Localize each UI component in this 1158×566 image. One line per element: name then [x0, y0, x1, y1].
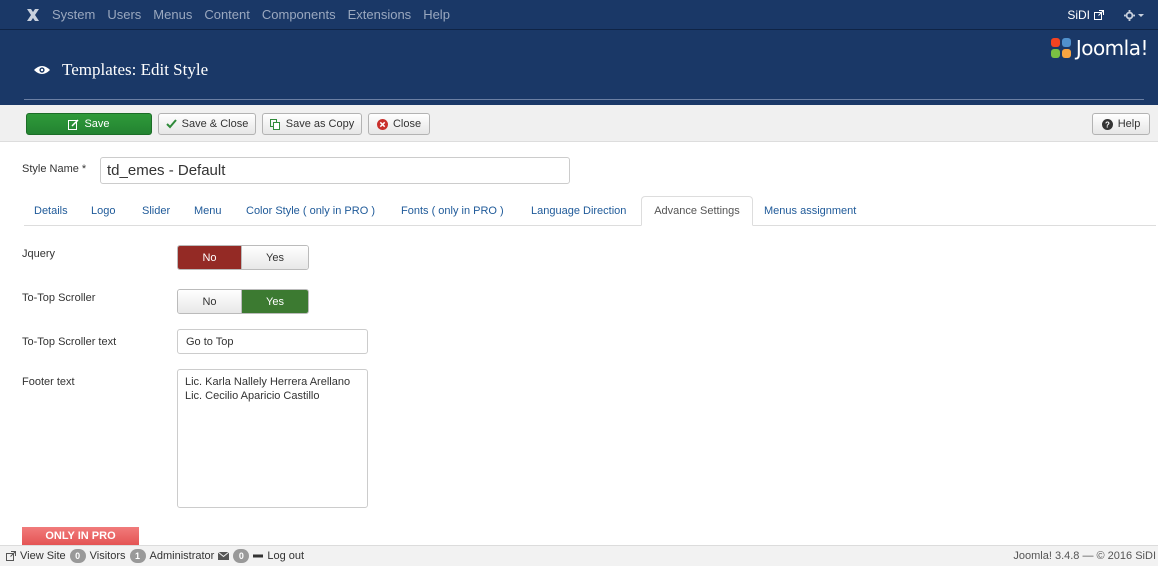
settings-dropdown[interactable]: [1124, 9, 1144, 21]
toolbar: Save Save & Close Save as Copy Close ? H…: [0, 105, 1158, 142]
chevron-down-icon: [1138, 13, 1144, 17]
help-button-label: Help: [1117, 118, 1141, 130]
tab-details[interactable]: Details: [34, 196, 68, 226]
header-divider: [24, 99, 1144, 100]
only-in-pro-badge: ONLY IN PRO: [22, 527, 139, 545]
eye-icon: [34, 66, 50, 74]
close-circle-icon: [376, 118, 388, 130]
messages-link[interactable]: 0: [218, 549, 250, 563]
save-close-label: Save & Close: [181, 118, 249, 130]
tab-slider[interactable]: Slider: [142, 196, 170, 226]
totop-scroller-label: To-Top Scroller: [22, 292, 96, 304]
gear-icon: [1124, 9, 1135, 21]
svg-text:?: ?: [1105, 120, 1110, 129]
checkmark-icon: [165, 119, 177, 129]
version-info: Joomla! 3.4.8 — © 2016 SiDI: [1013, 550, 1156, 562]
status-bar: View Site 0 Visitors 1 Administrator 0 L…: [0, 545, 1158, 566]
footer-text-area[interactable]: Lic. Karla Nallely Herrera Arellano Lic.…: [177, 369, 368, 508]
save-button-label: Save: [84, 118, 110, 130]
jquery-toggle: No Yes: [177, 245, 309, 270]
totop-scroller-toggle: No Yes: [177, 289, 309, 314]
tab-menus-assignment[interactable]: Menus assignment: [764, 196, 856, 226]
tab-bar: Details Logo Slider Menu Color Style ( o…: [24, 196, 1156, 226]
help-button[interactable]: ? Help: [1092, 113, 1150, 135]
joomla-brand-icon: [1050, 38, 1071, 58]
tab-menu[interactable]: Menu: [194, 196, 222, 226]
joomla-logo-icon[interactable]: [18, 0, 48, 30]
totop-text-label: To-Top Scroller text: [22, 336, 117, 348]
footer-text-label: Footer text: [22, 376, 75, 388]
admin-menu: System Users Menus Content Components Ex…: [52, 7, 462, 22]
menu-extensions[interactable]: Extensions: [348, 7, 412, 22]
jquery-label: Jquery: [22, 248, 56, 260]
close-button-label: Close: [392, 118, 422, 130]
admin-navbar: System Users Menus Content Components Ex…: [0, 0, 1158, 30]
site-link[interactable]: SiDI: [1067, 8, 1104, 22]
external-link-icon: [6, 551, 16, 561]
save-copy-button[interactable]: Save as Copy: [262, 113, 362, 135]
menu-users[interactable]: Users: [107, 7, 141, 22]
page-header: Templates: Edit Style Joomla!: [0, 30, 1158, 105]
totop-yes-option[interactable]: Yes: [242, 290, 308, 313]
menu-system[interactable]: System: [52, 7, 95, 22]
close-button[interactable]: Close: [368, 113, 430, 135]
totop-text-input[interactable]: Go to Top: [177, 329, 368, 354]
save-copy-label: Save as Copy: [285, 118, 355, 130]
external-link-icon: [1094, 10, 1104, 20]
menu-content[interactable]: Content: [204, 7, 250, 22]
visitors-count-badge: 0: [69, 549, 86, 563]
menu-menus[interactable]: Menus: [153, 7, 192, 22]
visitors-status: 0 Visitors: [69, 549, 126, 563]
admin-label: Administrator: [149, 550, 215, 562]
view-site-link[interactable]: View Site: [6, 550, 66, 562]
envelope-icon: [218, 552, 230, 560]
minus-icon: [253, 554, 264, 558]
joomla-brand-text: Joomla!: [1075, 36, 1149, 60]
joomla-brand: Joomla!: [1050, 36, 1149, 60]
page-title: Templates: Edit Style: [34, 60, 208, 80]
messages-count-badge: 0: [233, 549, 250, 563]
site-name: SiDI: [1067, 8, 1090, 22]
view-site-label: View Site: [20, 550, 66, 562]
menu-help[interactable]: Help: [423, 7, 450, 22]
tab-language-direction[interactable]: Language Direction: [531, 196, 626, 226]
jquery-no-option[interactable]: No: [178, 246, 242, 269]
save-button[interactable]: Save: [26, 113, 152, 135]
edit-icon: [68, 118, 79, 130]
logout-label: Log out: [267, 550, 305, 562]
copy-icon: [269, 118, 280, 130]
footer-text-line: Lic. Cecilio Aparicio Castillo: [185, 390, 320, 402]
menu-components[interactable]: Components: [262, 7, 336, 22]
tab-color-style[interactable]: Color Style ( only in PRO ): [246, 196, 375, 226]
page-title-text: Templates: Edit Style: [62, 60, 209, 79]
footer-text-line: Lic. Karla Nallely Herrera Arellano: [185, 376, 351, 388]
style-name-input[interactable]: td_emes - Default: [100, 157, 570, 184]
style-name-label: Style Name *: [22, 163, 87, 175]
tab-logo[interactable]: Logo: [91, 196, 115, 226]
save-close-button[interactable]: Save & Close: [158, 113, 256, 135]
jquery-yes-option[interactable]: Yes: [242, 246, 308, 269]
admin-count-badge: 1: [129, 549, 146, 563]
tab-fonts[interactable]: Fonts ( only in PRO ): [401, 196, 504, 226]
admin-status: 1 Administrator: [129, 549, 215, 563]
logout-link[interactable]: Log out: [253, 550, 304, 562]
totop-no-option[interactable]: No: [178, 290, 242, 313]
visitors-label: Visitors: [89, 550, 126, 562]
tab-advance-settings[interactable]: Advance Settings: [641, 196, 753, 226]
help-icon: ?: [1101, 118, 1113, 130]
